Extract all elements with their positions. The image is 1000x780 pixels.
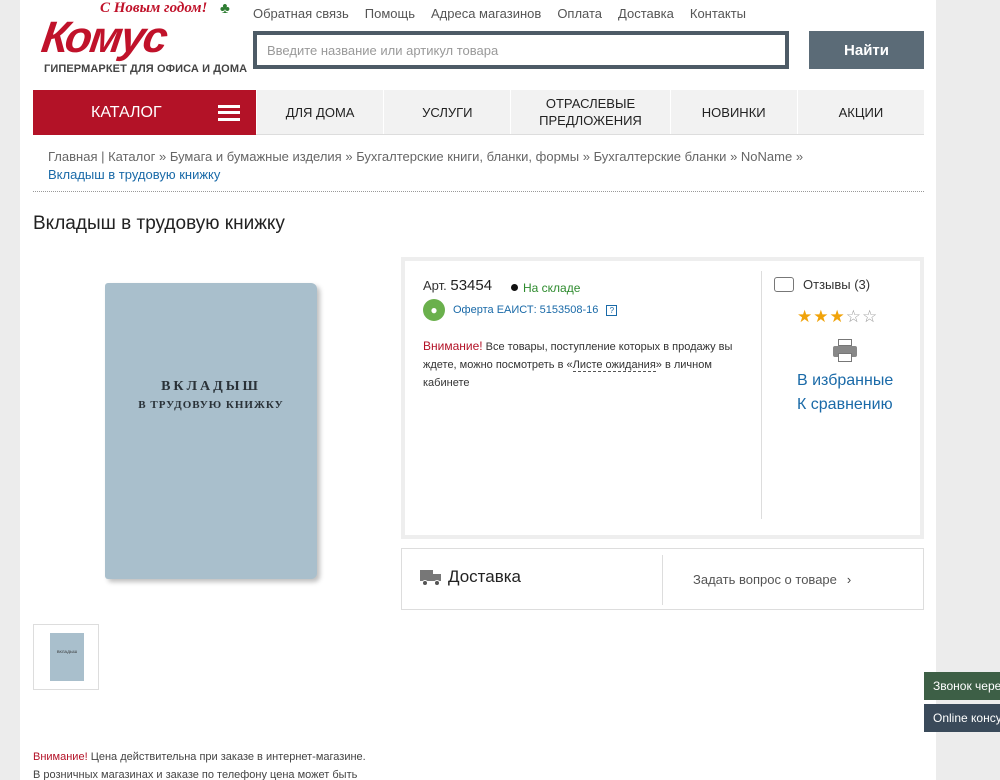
link-contacts[interactable]: Контакты bbox=[690, 6, 746, 21]
nav-item-promo[interactable]: АКЦИИ bbox=[796, 90, 924, 134]
crumb-paper[interactable]: Бумага и бумажные изделия bbox=[170, 149, 342, 164]
product-info-panel: Арт. 53454 На складе ● Оферта ЕАИСТ: 515… bbox=[401, 257, 924, 539]
brand-name: Комус bbox=[38, 13, 170, 62]
notice-label: Внимание! bbox=[423, 339, 483, 353]
add-to-favorites-link[interactable]: В избранные bbox=[797, 369, 893, 393]
online-consultant-tab[interactable]: Online консультант bbox=[924, 704, 1000, 732]
cover-subtitle: В ТРУДОВУЮ КНИЖКУ bbox=[138, 399, 284, 411]
link-feedback[interactable]: Обратная связь bbox=[253, 6, 349, 21]
delivery-panel: Доставка Задать вопрос о товаре › bbox=[401, 548, 924, 610]
help-icon[interactable]: ? bbox=[606, 304, 618, 316]
link-help[interactable]: Помощь bbox=[365, 6, 415, 21]
christmas-tree-icon: ♣ bbox=[220, 0, 230, 17]
page: С Новым годом! ♣ Комус ГИПЕРМАРКЕТ ДЛЯ О… bbox=[20, 0, 936, 780]
comment-icon bbox=[774, 277, 794, 292]
delivery-button[interactable]: Доставка bbox=[420, 567, 521, 587]
search-box bbox=[253, 31, 789, 69]
nav-item-services[interactable]: УСЛУГИ bbox=[383, 90, 510, 134]
panel-separator bbox=[761, 271, 762, 519]
crumb-books[interactable]: Бухгалтерские книги, бланки, формы bbox=[356, 149, 579, 164]
catalog-button[interactable]: КАТАЛОГ bbox=[33, 90, 256, 135]
breadcrumb: Главная | Каталог » Бумага и бумажные из… bbox=[48, 149, 804, 182]
product-thumbnail[interactable]: ВКЛАДЫШ bbox=[33, 624, 99, 690]
article-number: Арт. 53454 bbox=[423, 277, 492, 294]
delivery-label: Доставка bbox=[448, 567, 522, 586]
divider bbox=[33, 191, 924, 192]
nav-item-industry[interactable]: ОТРАСЛЕВЫЕ ПРЕДЛОЖЕНИЯ bbox=[510, 90, 669, 134]
nav-item-home[interactable]: ДЛЯ ДОМА bbox=[256, 90, 383, 134]
thumbnail-image: ВКЛАДЫШ bbox=[50, 633, 84, 681]
crumb-current: Вкладыш в трудовую книжку bbox=[48, 167, 221, 182]
stock-status: На складе bbox=[511, 281, 580, 295]
rating-stars: ★★★☆☆ bbox=[797, 307, 878, 327]
article-value: 53454 bbox=[450, 277, 493, 294]
waitlist-notice: Внимание! Все товары, поступление которы… bbox=[423, 337, 745, 392]
star-filled-icon: ★ bbox=[829, 307, 846, 326]
print-icon[interactable] bbox=[833, 339, 857, 363]
ask-question-link[interactable]: Задать вопрос о товаре › bbox=[693, 572, 851, 587]
cover-title: ВКЛАДЫШ bbox=[161, 379, 261, 394]
crumb-forms[interactable]: Бухгалтерские бланки bbox=[594, 149, 727, 164]
actions: В избранные К сравнению bbox=[797, 369, 893, 417]
tagline: ГИПЕРМАРКЕТ ДЛЯ ОФИСА И ДОМА bbox=[44, 63, 248, 75]
star-empty-icon: ☆ bbox=[862, 307, 879, 326]
reviews-label: Отзывы (3) bbox=[803, 277, 871, 292]
delivery-separator bbox=[662, 555, 663, 605]
price-notice: Внимание! Цена действительна при заказе … bbox=[33, 748, 366, 780]
top-links: Обратная связь Помощь Адреса магазинов О… bbox=[253, 6, 746, 21]
price-notice-label: Внимание! bbox=[33, 751, 88, 763]
crumb-catalog[interactable]: Каталог bbox=[108, 149, 155, 164]
search-input[interactable] bbox=[257, 35, 785, 65]
catalog-label: КАТАЛОГ bbox=[91, 103, 162, 121]
crumb-home[interactable]: Главная bbox=[48, 149, 97, 164]
main-nav: КАТАЛОГ ДЛЯ ДОМА УСЛУГИ ОТРАСЛЕВЫЕ ПРЕДЛ… bbox=[33, 90, 924, 135]
nav-item-new[interactable]: НОВИНКИ bbox=[669, 90, 797, 134]
stock-label: На складе bbox=[523, 281, 581, 295]
truck-icon bbox=[420, 568, 442, 586]
star-filled-icon: ★ bbox=[797, 307, 814, 326]
reviews-link[interactable]: Отзывы (3) bbox=[774, 277, 870, 292]
people-group-icon: ● bbox=[423, 299, 445, 321]
ask-question-label: Задать вопрос о товаре bbox=[693, 572, 837, 587]
eaist-offer: ● Оферта ЕАИСТ: 5153508-16 ? bbox=[423, 299, 618, 321]
thumbnail-cover-text: ВКЛАДЫШ bbox=[56, 649, 78, 654]
page-title: Вкладыш в трудовую книжку bbox=[33, 213, 285, 234]
link-stores[interactable]: Адреса магазинов bbox=[431, 6, 541, 21]
star-empty-icon: ☆ bbox=[845, 307, 862, 326]
waitlist-link[interactable]: Листе ожидания bbox=[572, 359, 656, 372]
price-notice-line2: В розничных магазинах и заказе по телефо… bbox=[33, 769, 358, 780]
search-button[interactable]: Найти bbox=[809, 31, 924, 69]
article-label: Арт. bbox=[423, 278, 447, 293]
add-to-compare-link[interactable]: К сравнению bbox=[797, 393, 893, 417]
link-delivery[interactable]: Доставка bbox=[618, 6, 674, 21]
crumb-brand[interactable]: NoName bbox=[741, 149, 792, 164]
callback-tab[interactable]: Звонок через bbox=[924, 672, 1000, 700]
product-image[interactable]: ВКЛАДЫШ В ТРУДОВУЮ КНИЖКУ bbox=[105, 283, 317, 579]
status-dot-icon bbox=[511, 284, 518, 291]
menu-icon bbox=[218, 104, 240, 121]
eaist-link[interactable]: Оферта ЕАИСТ: 5153508-16 bbox=[453, 304, 598, 316]
star-filled-icon: ★ bbox=[813, 307, 830, 326]
chevron-right-icon: › bbox=[846, 572, 852, 587]
site-logo[interactable]: С Новым годом! ♣ Комус ГИПЕРМАРКЕТ ДЛЯ О… bbox=[38, 0, 247, 80]
link-payment[interactable]: Оплата bbox=[557, 6, 602, 21]
price-notice-line1: Цена действительна при заказе в интернет… bbox=[87, 751, 366, 763]
